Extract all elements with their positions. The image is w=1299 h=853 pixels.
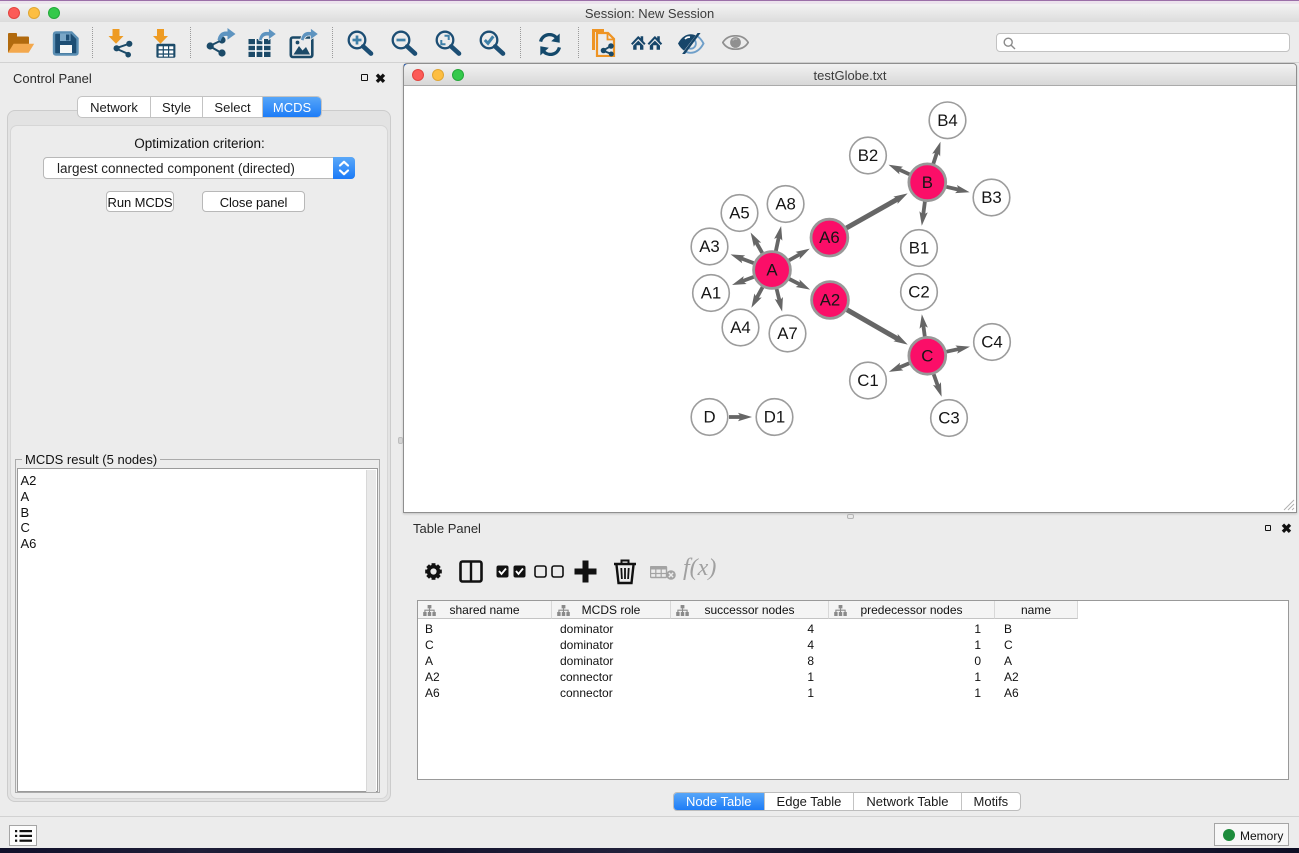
svg-text:C1: C1: [857, 371, 878, 390]
svg-text:A7: A7: [777, 324, 798, 343]
svg-text:A: A: [766, 261, 778, 280]
svg-text:A4: A4: [730, 318, 751, 337]
svg-text:B1: B1: [909, 239, 930, 258]
svg-text:A2: A2: [820, 291, 841, 310]
svg-text:D: D: [703, 408, 715, 427]
svg-text:D1: D1: [764, 408, 785, 427]
svg-text:C2: C2: [908, 283, 929, 302]
svg-text:C4: C4: [981, 333, 1002, 352]
svg-text:A1: A1: [701, 284, 722, 303]
svg-text:B: B: [922, 173, 933, 192]
svg-text:B2: B2: [858, 146, 879, 165]
svg-text:A8: A8: [775, 195, 796, 214]
svg-text:C: C: [921, 346, 933, 365]
svg-text:A3: A3: [699, 237, 720, 256]
svg-text:A6: A6: [819, 228, 840, 247]
svg-text:C3: C3: [938, 409, 959, 428]
svg-text:B4: B4: [937, 111, 958, 130]
svg-text:A5: A5: [729, 204, 750, 223]
svg-text:B3: B3: [981, 188, 1002, 207]
